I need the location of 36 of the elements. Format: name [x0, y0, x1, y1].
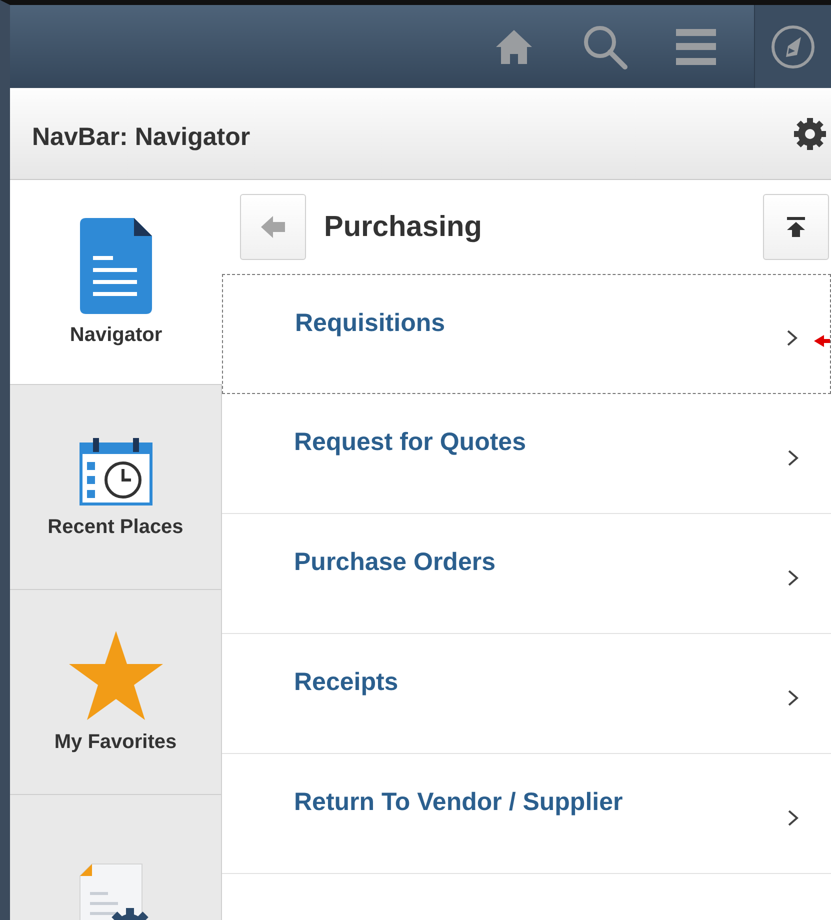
annotation-arrow	[814, 335, 830, 347]
menu-item[interactable]: Return To Vendor / Supplier	[222, 754, 831, 874]
menu-item-label: Return To Vendor / Supplier	[294, 788, 624, 817]
settings-icon[interactable]	[793, 116, 827, 150]
chevron-right-icon	[787, 568, 799, 586]
chevron-right-icon	[786, 329, 798, 347]
sidebar-label: Navigator	[70, 324, 162, 346]
navbar-title: NavBar: Navigator	[32, 122, 250, 152]
top-arrow-icon	[786, 217, 806, 237]
sidebar-item[interactable]: Recent Places	[10, 385, 221, 590]
menu-item[interactable]: Receipts	[222, 634, 831, 754]
menu-item[interactable]: Requisitions	[222, 274, 831, 394]
compass-icon[interactable]	[770, 24, 816, 70]
menu-item-label: Request for Quotes	[294, 428, 527, 457]
back-button[interactable]	[240, 194, 306, 260]
calendar-clock-icon	[78, 436, 152, 506]
back-arrow-icon	[261, 216, 285, 238]
chevron-right-icon	[787, 448, 799, 466]
chevron-right-icon	[787, 808, 799, 826]
menu-item-label: Receipts	[294, 668, 400, 697]
document-icon	[80, 218, 152, 314]
menu-item[interactable]: Purchase Orders	[222, 514, 831, 634]
chevron-right-icon	[787, 688, 799, 706]
sidebar-item[interactable]: Navigator	[10, 180, 222, 385]
sidebar-label: Recent Places	[48, 516, 184, 538]
home-icon[interactable]	[494, 28, 534, 66]
star-icon	[68, 630, 164, 720]
menu-item-label: Requisitions	[295, 308, 446, 338]
sidebar-label: My Favorites	[54, 730, 177, 754]
panel-title: Purchasing	[324, 210, 483, 244]
menu-item-label: Purchase Orders	[294, 548, 496, 577]
sidebar-item[interactable]: My Favorites	[10, 590, 221, 795]
menu-item[interactable]: Request for Quotes	[222, 394, 831, 514]
search-icon[interactable]	[582, 24, 628, 70]
menu-icon[interactable]	[676, 28, 716, 64]
scroll-top-button[interactable]	[763, 194, 829, 260]
